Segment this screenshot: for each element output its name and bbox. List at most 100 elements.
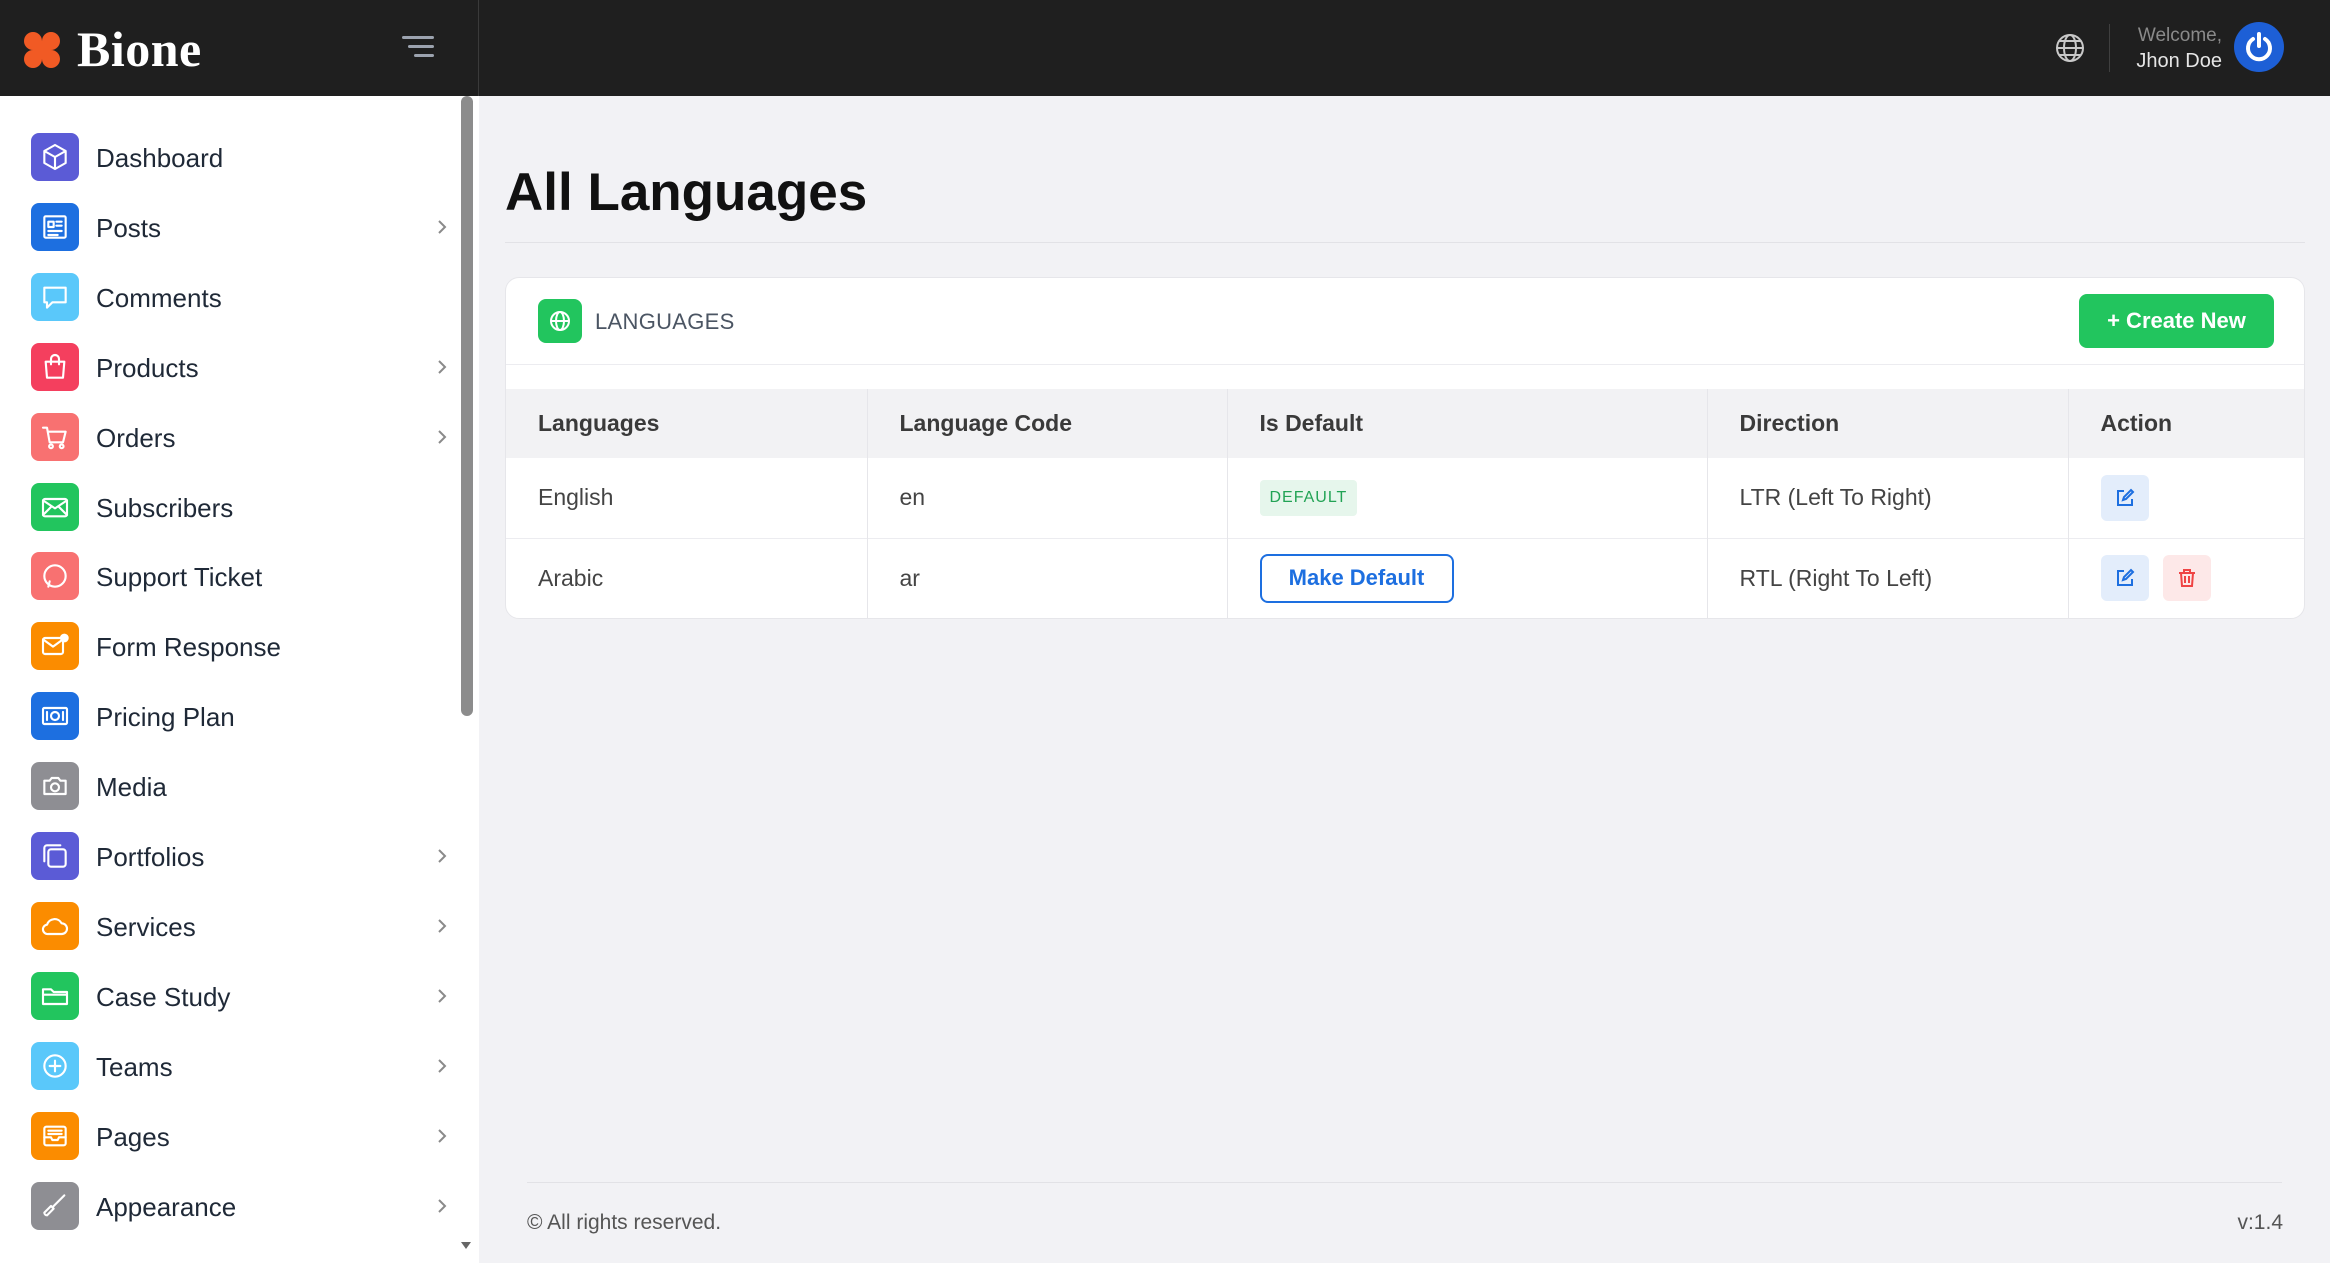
folder-icon — [31, 972, 79, 1020]
chevron-right-icon — [438, 360, 447, 374]
user-name: Jhon Doe — [2136, 50, 2222, 72]
sidebar-item-pages[interactable]: Pages — [0, 1106, 462, 1166]
sidebar-item-media[interactable]: Media — [0, 756, 462, 816]
shopping-bag-icon — [31, 343, 79, 391]
sidebar-scroll-thumb[interactable] — [461, 96, 473, 716]
brand-area: Bione — [0, 0, 479, 96]
card-title: LANGUAGES — [595, 309, 735, 334]
copy-icon — [31, 832, 79, 880]
language-direction: RTL (Right To Left) — [1707, 538, 2069, 618]
language-direction: LTR (Left To Right) — [1707, 458, 2069, 538]
sidebar: Dashboard Posts Comments Products Orders Subs… — [0, 96, 479, 1263]
column-header-action: Action — [2100, 410, 2173, 436]
footer-copyright: © All rights reserved. — [527, 1211, 722, 1234]
sidebar-item-orders[interactable]: Orders — [0, 407, 462, 467]
page-title: All Languages — [505, 163, 868, 222]
brush-icon — [31, 1182, 79, 1230]
top-bar: Bione Welcome, Jhon Doe — [0, 0, 2330, 96]
column-header-languages: Languages — [506, 389, 868, 458]
sidebar-item-subscribers[interactable]: Subscribers — [0, 477, 462, 537]
brand-logo-icon — [24, 32, 60, 68]
sidebar-item-label: Dashboard — [96, 143, 224, 173]
column-header-direction: Direction — [1707, 389, 2069, 458]
cart-icon — [31, 413, 79, 461]
languages-table: Languages Language Code Is Default Direc… — [506, 389, 2304, 618]
edit-icon[interactable] — [2100, 555, 2149, 602]
mail-notification-icon — [31, 622, 79, 670]
sidebar-item-appearance[interactable]: Appearance — [0, 1176, 462, 1236]
chevron-right-icon — [438, 1199, 447, 1213]
trash-icon[interactable] — [2162, 555, 2211, 602]
user-greeting: Welcome, Jhon Doe — [2136, 24, 2222, 74]
column-header-language-code: Language Code — [867, 389, 1228, 458]
scroll-down-arrow-icon[interactable] — [459, 1238, 473, 1252]
globe-icon[interactable] — [2052, 30, 2088, 66]
sidebar-item-label: Services — [96, 912, 196, 942]
sidebar-item-dashboard[interactable]: Dashboard — [0, 127, 462, 187]
sidebar-item-form-response[interactable]: Form Response — [0, 616, 462, 676]
sidebar-item-label: Posts — [96, 213, 162, 243]
footer-divider — [527, 1182, 2282, 1183]
sidebar-item-portfolios[interactable]: Portfolios — [0, 826, 462, 886]
language-name: Arabic — [506, 538, 868, 618]
make-default-button[interactable]: Make Default — [1259, 553, 1454, 603]
sidebar-item-label: Media — [96, 772, 167, 802]
table-header-row: Languages Language Code Is Default Direc… — [506, 389, 2304, 458]
sidebar-item-label: Teams — [96, 1052, 173, 1082]
inbox-icon — [31, 1112, 79, 1160]
cube-icon — [31, 133, 79, 181]
card-header-divider — [506, 364, 2304, 365]
sidebar-item-label: Form Response — [96, 632, 281, 662]
sidebar-item-pricing-plan[interactable]: Pricing Plan — [0, 686, 462, 746]
chevron-right-icon — [438, 989, 447, 1003]
sidebar-item-label: Support Ticket — [96, 562, 263, 592]
sidebar-item-label: Orders — [96, 423, 176, 453]
camera-icon — [31, 762, 79, 810]
title-divider — [505, 242, 2305, 243]
sidebar-item-teams[interactable]: Teams — [0, 1036, 462, 1096]
power-icon[interactable] — [2234, 22, 2284, 72]
sidebar-item-label: Appearance — [96, 1192, 237, 1222]
welcome-text: Welcome, — [2137, 25, 2222, 46]
table-row: Arabic ar Make Default RTL (Right To Lef… — [506, 538, 2304, 618]
newspaper-icon — [31, 203, 79, 251]
chevron-right-icon — [438, 1059, 447, 1073]
sidebar-item-case-study[interactable]: Case Study — [0, 966, 462, 1026]
envelope-icon — [31, 483, 79, 531]
menu-toggle-icon[interactable] — [402, 36, 434, 60]
table-row: English en DEFAULT LTR (Left To Right) — [506, 458, 2304, 538]
sidebar-item-support-ticket[interactable]: Support Ticket — [0, 546, 462, 606]
plus-circle-icon — [31, 1042, 79, 1090]
sidebar-item-label: Subscribers — [96, 493, 234, 523]
edit-icon[interactable] — [2100, 474, 2149, 521]
sidebar-item-label: Products — [96, 353, 199, 383]
sidebar-item-label: Comments — [96, 283, 222, 313]
sidebar-item-label: Pricing Plan — [96, 702, 235, 732]
chevron-right-icon — [438, 849, 447, 863]
sidebar-item-services[interactable]: Services — [0, 896, 462, 956]
header-divider — [2109, 24, 2110, 72]
default-badge: DEFAULT — [1259, 479, 1358, 516]
chevron-right-icon — [438, 1129, 447, 1143]
language-name: English — [506, 458, 868, 538]
brand-name: Bione — [77, 21, 202, 77]
chat-bubble-icon — [31, 273, 79, 321]
create-new-button[interactable]: + Create New — [2079, 294, 2274, 348]
cloud-icon — [31, 902, 79, 950]
sidebar-item-comments[interactable]: Comments — [0, 267, 462, 327]
footer-version: v:1.4 — [2237, 1211, 2283, 1234]
chevron-right-icon — [438, 220, 447, 234]
sidebar-item-label: Pages — [96, 1122, 170, 1152]
languages-card: LANGUAGES + Create New Languages Languag… — [505, 277, 2305, 619]
language-code: ar — [867, 538, 1228, 618]
chat-icon — [31, 552, 79, 600]
globe-icon — [538, 299, 582, 343]
sidebar-item-label: Case Study — [96, 982, 231, 1012]
sidebar-item-products[interactable]: Products — [0, 337, 462, 397]
column-header-is-default: Is Default — [1227, 389, 1708, 458]
chevron-right-icon — [438, 430, 447, 444]
chevron-right-icon — [438, 919, 447, 933]
banknote-icon — [31, 692, 79, 740]
sidebar-item-label: Portfolios — [96, 842, 205, 872]
sidebar-item-posts[interactable]: Posts — [0, 197, 462, 257]
